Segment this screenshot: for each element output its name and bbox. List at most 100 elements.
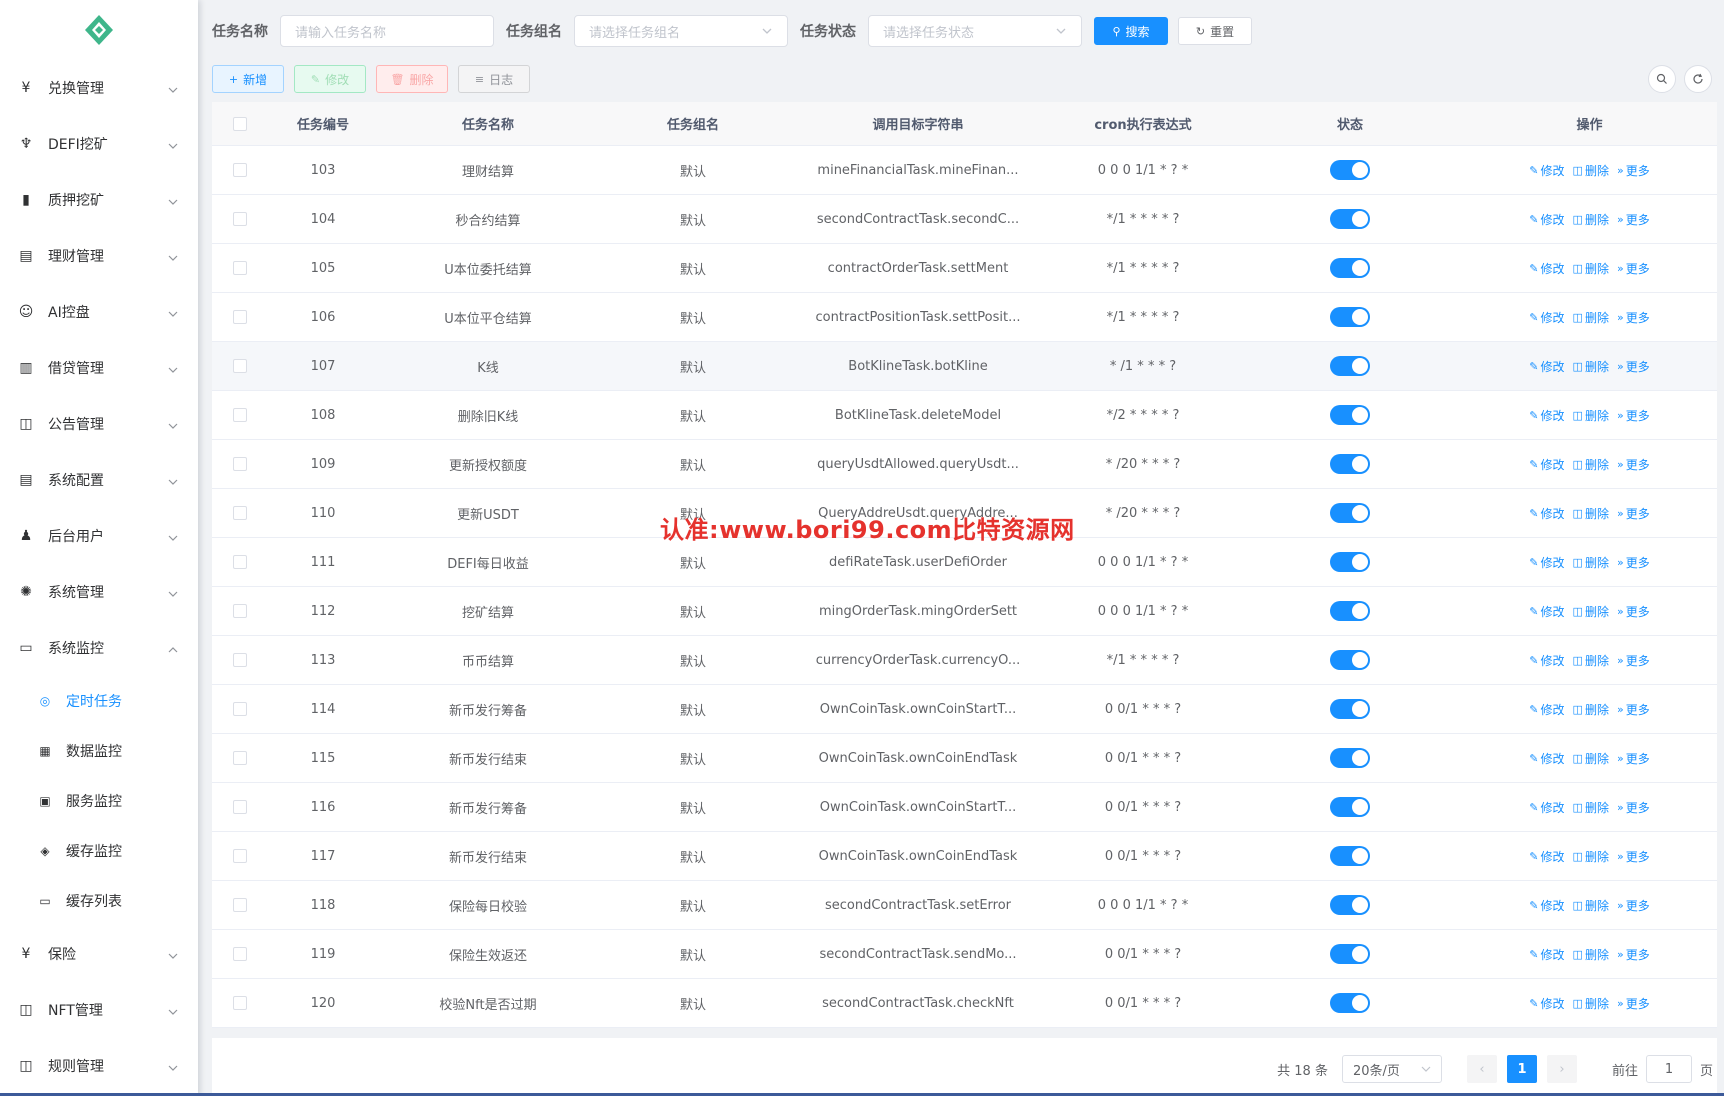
table-row[interactable]: 106 U本位平仓结算 默认 contractPositionTask.settPos…	[212, 293, 1717, 342]
row-delete-button[interactable]: ◫ 删除	[1573, 750, 1609, 767]
row-edit-button[interactable]: ✎ 修改	[1529, 211, 1564, 228]
reset-button[interactable]: ↻ 重置	[1178, 17, 1252, 45]
sidebar-item-0[interactable]: ¥ 兑换管理	[0, 60, 198, 116]
row-edit-button[interactable]: ✎ 修改	[1529, 799, 1564, 816]
row-more-button[interactable]: » 更多	[1617, 456, 1650, 473]
sidebar-item-4[interactable]: ☺ AI控盘	[0, 284, 198, 340]
row-more-button[interactable]: » 更多	[1617, 211, 1650, 228]
status-switch[interactable]	[1330, 160, 1370, 180]
page-number-current[interactable]: 1	[1506, 1055, 1537, 1083]
row-more-button[interactable]: » 更多	[1617, 652, 1650, 669]
status-switch[interactable]	[1330, 356, 1370, 376]
row-delete-button[interactable]: ◫ 删除	[1573, 260, 1609, 277]
row-edit-button[interactable]: ✎ 修改	[1529, 995, 1564, 1012]
status-switch[interactable]	[1330, 552, 1370, 572]
submenu-item-0[interactable]: ◎ 定时任务	[0, 676, 198, 726]
status-switch[interactable]	[1330, 650, 1370, 670]
table-row[interactable]: 117 新币发行结束 默认 OwnCoinTask.ownCoinEndTask 0 0…	[212, 832, 1717, 881]
row-delete-button[interactable]: ◫ 删除	[1573, 211, 1609, 228]
table-row[interactable]: 105 U本位委托结算 默认 contractOrderTask.settMent */…	[212, 244, 1717, 293]
status-switch[interactable]	[1330, 944, 1370, 964]
sidebar-item-5[interactable]: ▥ 借贷管理	[0, 340, 198, 396]
row-edit-button[interactable]: ✎ 修改	[1529, 603, 1564, 620]
row-more-button[interactable]: » 更多	[1617, 260, 1650, 277]
row-edit-button[interactable]: ✎ 修改	[1529, 897, 1564, 914]
row-more-button[interactable]: » 更多	[1617, 162, 1650, 179]
sidebar-item-0[interactable]: ¥ 保险	[0, 926, 198, 982]
job-name-input[interactable]: 请输入任务名称	[280, 15, 494, 47]
row-checkbox[interactable]	[233, 506, 247, 520]
row-checkbox[interactable]	[233, 163, 247, 177]
submenu-item-4[interactable]: ▭ 缓存列表	[0, 876, 198, 926]
row-delete-button[interactable]: ◫ 删除	[1573, 897, 1609, 914]
row-checkbox[interactable]	[233, 310, 247, 324]
row-edit-button[interactable]: ✎ 修改	[1529, 162, 1564, 179]
row-edit-button[interactable]: ✎ 修改	[1529, 309, 1564, 326]
row-edit-button[interactable]: ✎ 修改	[1529, 554, 1564, 571]
table-row[interactable]: 113 币币结算 默认 currencyOrderTask.currencyO... *…	[212, 636, 1717, 685]
submenu-item-2[interactable]: ▣ 服务监控	[0, 776, 198, 826]
table-row[interactable]: 115 新币发行结束 默认 OwnCoinTask.ownCoinEndTask 0 0…	[212, 734, 1717, 783]
row-delete-button[interactable]: ◫ 删除	[1573, 456, 1609, 473]
row-delete-button[interactable]: ◫ 删除	[1573, 162, 1609, 179]
status-switch[interactable]	[1330, 454, 1370, 474]
sidebar-item-7[interactable]: ▤ 系统配置	[0, 452, 198, 508]
toggle-search-button[interactable]	[1648, 65, 1676, 93]
status-switch[interactable]	[1330, 895, 1370, 915]
select-all-checkbox[interactable]	[233, 116, 247, 131]
row-edit-button[interactable]: ✎ 修改	[1529, 505, 1564, 522]
page-size-select[interactable]: 20条/页	[1341, 1055, 1442, 1083]
submenu-item-3[interactable]: ◈ 缓存监控	[0, 826, 198, 876]
row-more-button[interactable]: » 更多	[1617, 309, 1650, 326]
row-checkbox[interactable]	[233, 751, 247, 765]
row-checkbox[interactable]	[233, 702, 247, 716]
row-more-button[interactable]: » 更多	[1617, 407, 1650, 424]
refresh-button[interactable]	[1684, 65, 1712, 93]
row-edit-button[interactable]: ✎ 修改	[1529, 946, 1564, 963]
row-more-button[interactable]: » 更多	[1617, 995, 1650, 1012]
table-row[interactable]: 103 理财结算 默认 mineFinancialTask.mineFinan... 0…	[212, 146, 1717, 195]
table-row[interactable]: 118 保险每日校验 默认 secondContractTask.setError 0 …	[212, 881, 1717, 930]
table-row[interactable]: 116 新币发行筹备 默认 OwnCoinTask.ownCoinStartT... 0…	[212, 783, 1717, 832]
row-delete-button[interactable]: ◫ 删除	[1573, 505, 1609, 522]
row-edit-button[interactable]: ✎ 修改	[1529, 358, 1564, 375]
prev-page-button[interactable]: ‹	[1466, 1055, 1497, 1083]
log-button[interactable]: ≡ 日志	[458, 65, 530, 93]
status-switch[interactable]	[1330, 601, 1370, 621]
row-checkbox[interactable]	[233, 212, 247, 226]
job-status-select[interactable]: 请选择任务状态	[868, 15, 1082, 47]
delete-button[interactable]: 🗑 删除	[376, 65, 448, 93]
row-edit-button[interactable]: ✎ 修改	[1529, 750, 1564, 767]
status-switch[interactable]	[1330, 307, 1370, 327]
goto-page-input[interactable]: 1	[1645, 1055, 1692, 1083]
status-switch[interactable]	[1330, 699, 1370, 719]
table-row[interactable]: 120 校验Nft是否过期 默认 secondContractTask.checkNf…	[212, 979, 1717, 1028]
row-delete-button[interactable]: ◫ 删除	[1573, 407, 1609, 424]
row-more-button[interactable]: » 更多	[1617, 750, 1650, 767]
sidebar-item-2[interactable]: ▮ 质押挖矿	[0, 172, 198, 228]
row-delete-button[interactable]: ◫ 删除	[1573, 799, 1609, 816]
logo[interactable]	[0, 0, 198, 60]
table-row[interactable]: 107 K线 默认 BotKlineTask.botKline * /1 * * * ?…	[212, 342, 1717, 391]
row-edit-button[interactable]: ✎ 修改	[1529, 407, 1564, 424]
sidebar-item-9[interactable]: ✺ 系统管理	[0, 564, 198, 620]
table-row[interactable]: 104 秒合约结算 默认 secondContractTask.secondC... *…	[212, 195, 1717, 244]
sidebar-item-2[interactable]: ◫ 规则管理	[0, 1038, 198, 1094]
row-more-button[interactable]: » 更多	[1617, 505, 1650, 522]
row-more-button[interactable]: » 更多	[1617, 358, 1650, 375]
status-switch[interactable]	[1330, 797, 1370, 817]
search-button[interactable]: ⚲ 搜索	[1094, 17, 1168, 45]
row-edit-button[interactable]: ✎ 修改	[1529, 456, 1564, 473]
row-delete-button[interactable]: ◫ 删除	[1573, 701, 1609, 718]
row-delete-button[interactable]: ◫ 删除	[1573, 652, 1609, 669]
row-more-button[interactable]: » 更多	[1617, 799, 1650, 816]
sidebar-item-8[interactable]: ♟ 后台用户	[0, 508, 198, 564]
row-checkbox[interactable]	[233, 261, 247, 275]
next-page-button[interactable]: ›	[1546, 1055, 1577, 1083]
status-switch[interactable]	[1330, 846, 1370, 866]
row-more-button[interactable]: » 更多	[1617, 897, 1650, 914]
status-switch[interactable]	[1330, 405, 1370, 425]
row-checkbox[interactable]	[233, 604, 247, 618]
submenu-item-1[interactable]: ▦ 数据监控	[0, 726, 198, 776]
row-delete-button[interactable]: ◫ 删除	[1573, 358, 1609, 375]
